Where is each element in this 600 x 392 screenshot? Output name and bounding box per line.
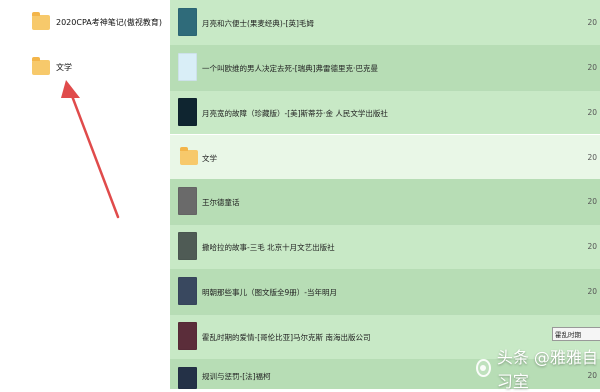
list-item[interactable]: 月亮宽的故障（珍藏版）-[美]斯蒂芬·金 人民文学出版社 20 [170,90,600,136]
left-item-cpa[interactable]: 2020CPA考神笔记(傲视教育) [32,10,162,34]
list-item-title: 月亮和六便士(果麦经典)-[英]毛姆 [202,19,314,28]
list-item-title: 月亮宽的故障（珍藏版）-[美]斯蒂芬·金 人民文学出版社 [202,109,388,118]
book-cover-icon [178,367,197,389]
book-cover-icon [178,277,197,305]
list-item-date: 20 [587,287,597,296]
list-item-date: 20 [587,153,597,162]
list-item[interactable]: 文学 20 [170,134,600,181]
left-pane: 2020CPA考神笔记(傲视教育) 文学 [0,0,170,389]
chat-bubble-icon [476,359,491,377]
folder-icon [180,147,198,165]
list-item-title: 明朝那些事儿（图文版全9册）-当年明月 [202,288,337,297]
watermark-text: 头条 @雅雅自习室 [496,348,598,391]
book-cover-icon [178,232,197,260]
folder-icon [32,11,50,30]
list-item-title: 撒哈拉的故事-三毛 北京十月文艺出版社 [202,243,335,252]
book-cover-icon [178,98,197,126]
list-item-date: 20 [587,242,597,251]
left-item-literature[interactable]: 文学 [32,55,72,79]
book-cover-icon [178,53,197,81]
left-item-label: 文学 [56,62,72,72]
list-item-date: 20 [587,108,597,117]
left-item-label: 2020CPA考神笔记(傲视教育) [56,17,162,27]
list-item-date: 20 [587,63,597,72]
list-item[interactable]: 明朝那些事儿（图文版全9册）-当年明月 20 [170,269,600,315]
list-item-title: 霍乱时期的爱情-[哥伦比亚]马尔克斯 南海出版公司 [202,333,371,342]
list-item-title: 一个叫欧维的男人决定去死-[瑞典]弗雷德里克·巴克曼 [202,64,378,73]
watermark: 头条 @雅雅自习室 [476,348,600,391]
book-cover-icon [178,8,197,36]
tooltip: 霍乱时期 [552,327,600,341]
list-item-title: 文学 [202,154,217,163]
list-item[interactable]: 一个叫欧维的男人决定去死-[瑞典]弗雷德里克·巴克曼 20 [170,45,600,91]
list-item[interactable]: 撒哈拉的故事-三毛 北京十月文艺出版社 20 [170,224,600,270]
list-item-title: 王尔德童话 [202,198,240,207]
list-item[interactable]: 月亮和六便士(果麦经典)-[英]毛姆 20 [170,0,600,46]
list-item-date: 20 [587,18,597,27]
book-cover-icon [178,322,197,350]
list-item-title: 规训与惩罚-[法]福柯 [202,372,271,381]
list-item[interactable]: 王尔德童话 20 [170,179,600,225]
right-pane: 月亮和六便士(果麦经典)-[英]毛姆 20 一个叫欧维的男人决定去死-[瑞典]弗… [170,0,600,389]
list-item-date: 20 [587,197,597,206]
book-cover-icon [178,187,197,215]
folder-icon [32,56,50,75]
